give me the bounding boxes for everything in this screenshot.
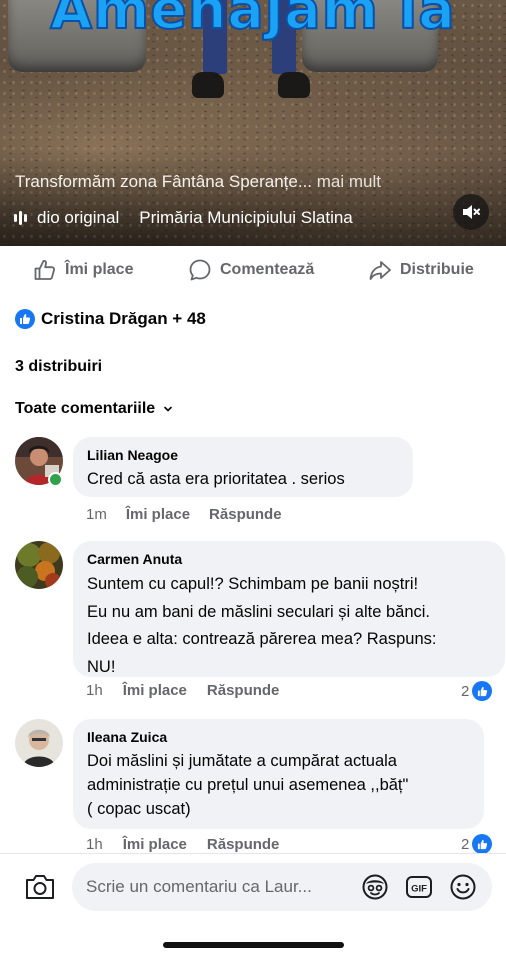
comments-filter[interactable]: Toate comentariile (15, 400, 173, 418)
video-caption[interactable]: Transformăm zona Fântâna Speranțe... mai… (15, 172, 381, 192)
comment-reaction-count: 2 (461, 682, 470, 700)
comment-like-button[interactable]: Îmi place (123, 682, 187, 699)
chevron-down-icon (164, 406, 172, 412)
comment-like-button[interactable]: Îmi place (123, 836, 187, 853)
post-action-bar: Îmi place Comentează Distribuie (0, 246, 506, 294)
camera-button[interactable] (24, 872, 56, 902)
comment-reaction-count: 2 (461, 835, 470, 853)
reactions-text: Cristina Drăgan + 48 (41, 309, 206, 328)
video-person-shoe-left (192, 72, 224, 98)
comment-reply-button[interactable]: Răspunde (209, 506, 282, 523)
like-reaction-icon (472, 834, 493, 854)
share-button[interactable]: Distribuie (368, 258, 474, 282)
comment-button[interactable]: Comentează (188, 258, 314, 282)
comment-text-line: NU! (87, 657, 116, 676)
share-arrow-icon (369, 261, 391, 280)
comment-bubble-icon (189, 259, 211, 281)
comment-bubble[interactable]: Lilian Neagoe Cred că asta era prioritat… (73, 437, 413, 497)
avatar[interactable] (15, 719, 63, 767)
comment: Lilian Neagoe Cred că asta era prioritat… (15, 437, 495, 537)
video-overlay-title: Amenajam la (49, 0, 456, 42)
smiley-icon (450, 874, 476, 900)
comment-author[interactable]: Ileana Zuica (87, 728, 470, 746)
avatar-sticker-button[interactable] (361, 873, 389, 901)
thumbs-up-icon (34, 260, 55, 280)
comments-filter-label: Toate comentariile (15, 400, 156, 417)
gif-icon: GIF (406, 876, 432, 898)
comment-author[interactable]: Carmen Anuta (87, 550, 491, 568)
comment-reply-button[interactable]: Răspunde (207, 836, 280, 853)
comment-reactions[interactable]: 2 (461, 681, 493, 701)
video-caption-shade (0, 150, 506, 246)
comment-like-button[interactable]: Îmi place (126, 506, 190, 523)
like-reaction-icon (472, 681, 493, 701)
video-caption-text: Transformăm zona Fântâna Speranțe... (15, 172, 313, 191)
home-indicator[interactable] (163, 942, 344, 948)
gif-label: GIF (411, 884, 427, 895)
composer-divider (0, 853, 506, 854)
comment-author[interactable]: Lilian Neagoe (87, 446, 399, 464)
online-status-indicator (48, 472, 63, 487)
comment-bubble[interactable]: Carmen Anuta Suntem cu capul!? Schimbam … (73, 541, 505, 677)
share-label: Distribuie (400, 261, 474, 278)
like-button[interactable]: Îmi place (33, 258, 133, 282)
comment: Carmen Anuta Suntem cu capul!? Schimbam … (15, 541, 505, 706)
avatar-sticker-icon (362, 874, 388, 900)
comment-text-line: Eu nu am bani de măslini seculari și alt… (87, 602, 431, 621)
comment-reactions[interactable]: 2 (461, 834, 493, 854)
see-more-link[interactable]: mai mult (317, 172, 381, 191)
comment-input[interactable] (86, 875, 356, 899)
reactions-summary[interactable]: Cristina Drăgan + 48 (15, 309, 206, 329)
comment-reply-button[interactable]: Răspunde (207, 682, 280, 699)
comment-text-line: Cred că asta era prioritatea . serios (87, 470, 345, 488)
audio-label: dio original (37, 208, 120, 227)
comment-text-line: administrație cu prețul unui asemenea ,,… (87, 776, 409, 794)
gif-button[interactable]: GIF (405, 873, 433, 901)
camera-icon (26, 875, 54, 899)
comment-time[interactable]: 1h (86, 836, 103, 853)
comment-text-line: ( copac uscat) (87, 800, 191, 818)
video-player[interactable]: Amenajam la Transformăm zona Fântâna Spe… (0, 0, 506, 246)
comment-meta: 1h Îmi place Răspunde (86, 836, 279, 853)
comment-bubble[interactable]: Ileana Zuica Doi măslini și jumătate a c… (73, 719, 484, 829)
comment-time[interactable]: 1h (86, 682, 103, 699)
comment-text-line: Ideea e alta: contrează părerea mea? Ras… (87, 630, 437, 648)
audio-attribution[interactable]: dio original Primăria Municipiului Slati… (14, 208, 353, 228)
comment: Ileana Zuica Doi măslini și jumătate a c… (15, 719, 499, 854)
speaker-muted-icon (463, 205, 480, 219)
mute-button[interactable] (453, 194, 489, 230)
comment-text: Doi măslini și jumătate a cumpărat actua… (87, 749, 470, 821)
avatar[interactable] (15, 541, 63, 589)
comment-meta: 1h Îmi place Răspunde (86, 682, 279, 699)
audio-source[interactable]: Primăria Municipiului Slatina (139, 208, 353, 228)
comment-text: Suntem cu capul!? Schimbam pe banii noșt… (87, 571, 491, 681)
emoji-button[interactable] (449, 873, 477, 901)
like-reaction-icon (15, 309, 35, 329)
comment-text-line: Suntem cu capul!? Schimbam pe banii noșt… (87, 575, 419, 593)
shares-count[interactable]: 3 distribuiri (15, 358, 102, 376)
comment-meta: 1m Îmi place Răspunde (86, 506, 282, 523)
comment-text-line: Doi măslini și jumătate a cumpărat actua… (87, 752, 397, 770)
comment-time[interactable]: 1m (86, 506, 107, 523)
comment-composer: GIF (72, 863, 492, 911)
like-label: Îmi place (65, 261, 134, 278)
audio-waveform-icon (14, 211, 27, 225)
comment-label: Comentează (220, 261, 315, 278)
video-person-shoe-right (278, 72, 310, 98)
